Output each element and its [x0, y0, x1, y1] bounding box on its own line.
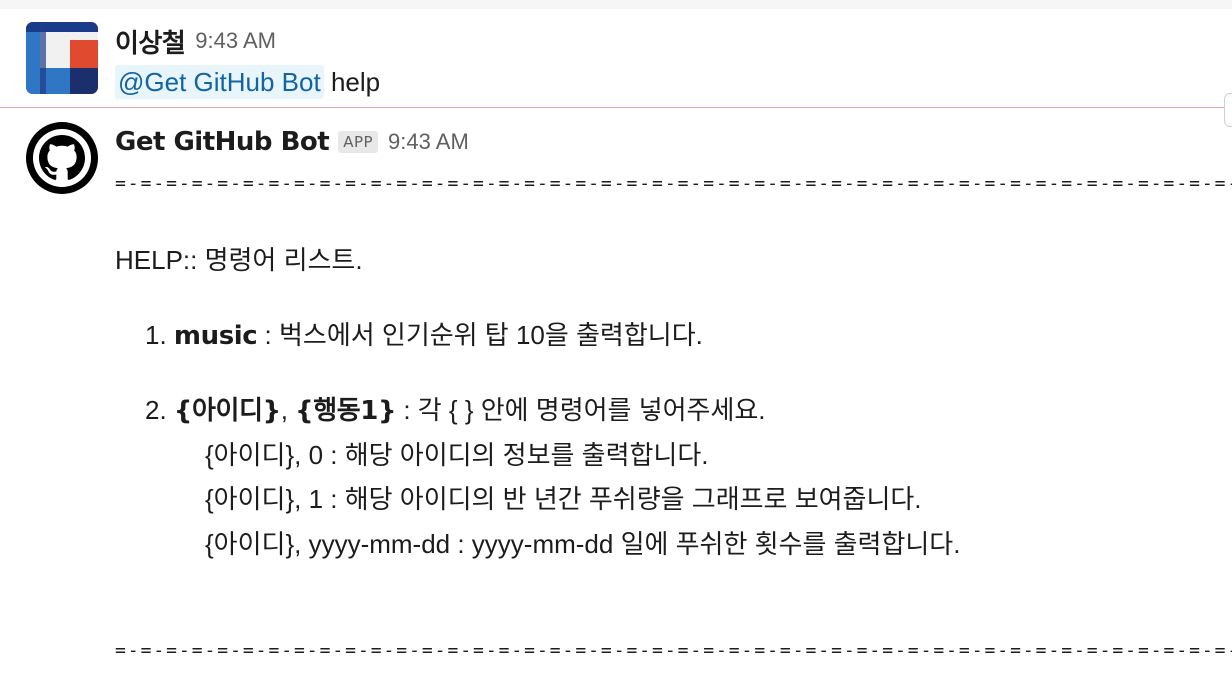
slack-conversation: 이상철 9:43 AM @Get GitHub Bot help Get Git… — [0, 0, 1232, 690]
help-subitem: {아이디}, 1 : 해당 아이디의 반 년간 푸쉬량을 그래프로 보여줍니다. — [205, 484, 922, 514]
github-octocat-icon — [26, 122, 98, 194]
item-number: 2. — [145, 395, 174, 425]
message-header: Get GitHub Bot APP 9:43 AM — [115, 120, 469, 164]
sender-name[interactable]: Get GitHub Bot — [115, 127, 330, 157]
help-title: HELP:: 명령어 리스트. — [115, 245, 363, 275]
message-user-help[interactable]: 이상철 9:43 AM @Get GitHub Bot help — [0, 19, 1232, 105]
sender-name[interactable]: 이상철 — [115, 23, 186, 60]
message-command-text: help — [330, 67, 381, 97]
help-item-id-action: 2. {아이디}, {행동1} : 각 { } 안에 명령어를 넣어주세요. — [145, 393, 766, 428]
separator-top: =-=-=-=-=-=-=-=-=-=-=-=-=-=-=-=-=-=-=-=-… — [115, 173, 1232, 194]
user-mention[interactable]: @Get GitHub Bot — [115, 65, 324, 99]
command-name: {아이디} — [173, 396, 281, 426]
message-header: 이상철 9:43 AM — [115, 19, 276, 63]
command-description: : 벅스에서 인기순위 탑 10을 출력합니다. — [257, 320, 703, 350]
command-name: music — [173, 321, 258, 351]
command-separator: , — [280, 395, 296, 425]
message-bot-help-response[interactable]: Get GitHub Bot APP 9:43 AM =-=-=-=-=-=-=… — [0, 118, 1232, 690]
user-avatar[interactable] — [26, 22, 98, 94]
bot-avatar[interactable] — [26, 122, 98, 194]
new-messages-divider — [0, 107, 1232, 108]
help-subitem: {아이디}, yyyy-mm-dd : yyyy-mm-dd 일에 푸쉬한 횟수… — [205, 529, 961, 559]
command-name: {행동1} — [295, 396, 397, 426]
message-timestamp[interactable]: 9:43 AM — [388, 129, 469, 155]
message-text: @Get GitHub Bot help — [115, 65, 380, 99]
workspace-avatar-icon — [26, 22, 98, 94]
item-number: 1. — [145, 320, 174, 350]
previous-message-edge — [0, 0, 1232, 9]
help-item-music: 1. music : 벅스에서 인기순위 탑 10을 출력합니다. — [145, 318, 703, 353]
command-description: : 각 { } 안에 명령어를 넣어주세요. — [396, 395, 766, 425]
help-subitem: {아이디}, 0 : 해당 아이디의 정보를 출력합니다. — [205, 440, 709, 470]
app-badge: APP — [338, 131, 379, 153]
separator-bottom: =-=-=-=-=-=-=-=-=-=-=-=-=-=-=-=-=-=-=-=-… — [115, 640, 1232, 661]
message-timestamp[interactable]: 9:43 AM — [195, 28, 276, 54]
